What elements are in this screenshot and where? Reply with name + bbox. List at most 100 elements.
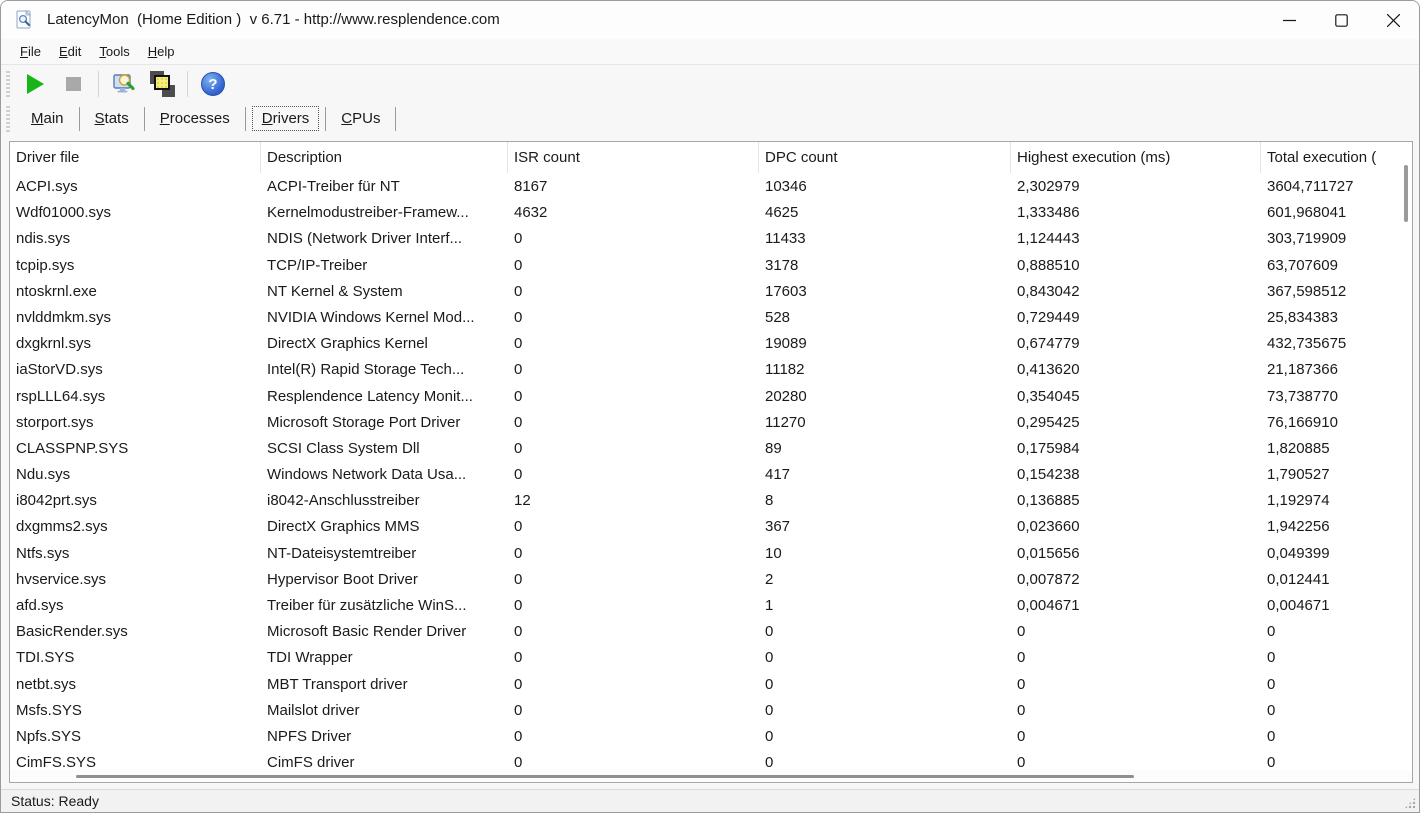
table-row[interactable]: ntoskrnl.exe NT Kernel & System 0 17603 0,84… — [10, 279, 1412, 305]
menu-help[interactable]: Help — [139, 41, 184, 62]
cell-highest_execution_ms[interactable]: 0 — [1011, 724, 1261, 750]
cell-highest_execution_ms[interactable]: 0,729449 — [1011, 305, 1261, 331]
cell-isr_count[interactable]: 0 — [508, 279, 759, 305]
cell-driver_file[interactable]: CimFS.SYS — [10, 750, 261, 770]
cell-total_execution_ms[interactable]: 1,790527 — [1261, 462, 1412, 488]
cell-highest_execution_ms[interactable]: 0,015656 — [1011, 541, 1261, 567]
cell-total_execution_ms[interactable]: 0 — [1261, 619, 1412, 645]
cell-isr_count[interactable]: 0 — [508, 724, 759, 750]
cell-highest_execution_ms[interactable]: 0 — [1011, 750, 1261, 770]
cell-dpc_count[interactable]: 20280 — [759, 384, 1011, 410]
table-row[interactable]: afd.sys Treiber für zusätzliche WinS... 0 1… — [10, 593, 1412, 619]
cell-dpc_count[interactable]: 11270 — [759, 410, 1011, 436]
cell-isr_count[interactable]: 0 — [508, 410, 759, 436]
cell-highest_execution_ms[interactable]: 0 — [1011, 698, 1261, 724]
cell-total_execution_ms[interactable]: 1,942256 — [1261, 514, 1412, 540]
column-header-dpc_count[interactable]: DPC count — [759, 142, 1011, 173]
table-row[interactable]: iaStorVD.sys Intel(R) Rapid Storage Tech.… — [10, 357, 1412, 383]
cell-description[interactable]: Mailslot driver — [261, 698, 508, 724]
cell-isr_count[interactable]: 0 — [508, 619, 759, 645]
tabbar-gripper[interactable] — [6, 105, 10, 132]
cell-isr_count[interactable]: 0 — [508, 462, 759, 488]
cell-isr_count[interactable]: 0 — [508, 514, 759, 540]
cell-description[interactable]: CimFS driver — [261, 750, 508, 770]
cell-dpc_count[interactable]: 0 — [759, 672, 1011, 698]
horizontal-scrollbar[interactable] — [10, 770, 1412, 782]
cell-dpc_count[interactable]: 528 — [759, 305, 1011, 331]
table-row[interactable]: Ndu.sys Windows Network Data Usa... 0 417 0,… — [10, 462, 1412, 488]
column-header-highest_execution_ms[interactable]: Highest execution (ms) — [1011, 142, 1261, 173]
cell-driver_file[interactable]: dxgkrnl.sys — [10, 331, 261, 357]
cell-driver_file[interactable]: ACPI.sys — [10, 174, 261, 200]
cell-driver_file[interactable]: Ndu.sys — [10, 462, 261, 488]
cell-dpc_count[interactable]: 19089 — [759, 331, 1011, 357]
cell-description[interactable]: Intel(R) Rapid Storage Tech... — [261, 357, 508, 383]
cell-highest_execution_ms[interactable]: 0,295425 — [1011, 410, 1261, 436]
cell-highest_execution_ms[interactable]: 0,136885 — [1011, 488, 1261, 514]
cell-description[interactable]: NT-Dateisystemtreiber — [261, 541, 508, 567]
table-row[interactable]: nvlddmkm.sys NVIDIA Windows Kernel Mod...… — [10, 305, 1412, 331]
cell-dpc_count[interactable]: 2 — [759, 567, 1011, 593]
cell-isr_count[interactable]: 0 — [508, 593, 759, 619]
cell-dpc_count[interactable]: 0 — [759, 724, 1011, 750]
cell-dpc_count[interactable]: 367 — [759, 514, 1011, 540]
maximize-button[interactable] — [1315, 1, 1367, 39]
cell-dpc_count[interactable]: 3178 — [759, 253, 1011, 279]
cell-highest_execution_ms[interactable]: 0,354045 — [1011, 384, 1261, 410]
cell-driver_file[interactable]: ndis.sys — [10, 226, 261, 252]
table-row[interactable]: tcpip.sys TCP/IP-Treiber 0 3178 0,888510 63,7… — [10, 253, 1412, 279]
cell-description[interactable]: DirectX Graphics MMS — [261, 514, 508, 540]
cell-description[interactable]: NPFS Driver — [261, 724, 508, 750]
table-row[interactable]: i8042prt.sys i8042-Anschlusstreiber 12 8 0,1… — [10, 488, 1412, 514]
cell-isr_count[interactable]: 0 — [508, 698, 759, 724]
cell-description[interactable]: ACPI-Treiber für NT — [261, 174, 508, 200]
cell-total_execution_ms[interactable]: 601,968041 — [1261, 200, 1412, 226]
cell-driver_file[interactable]: TDI.SYS — [10, 645, 261, 671]
cell-total_execution_ms[interactable]: 303,719909 — [1261, 226, 1412, 252]
cell-driver_file[interactable]: storport.sys — [10, 410, 261, 436]
cell-dpc_count[interactable]: 417 — [759, 462, 1011, 488]
cell-total_execution_ms[interactable]: 367,598512 — [1261, 279, 1412, 305]
analyze-button[interactable] — [108, 69, 140, 99]
cell-total_execution_ms[interactable]: 0 — [1261, 698, 1412, 724]
cell-description[interactable]: Windows Network Data Usa... — [261, 462, 508, 488]
cell-highest_execution_ms[interactable]: 2,302979 — [1011, 174, 1261, 200]
cell-isr_count[interactable]: 8167 — [508, 174, 759, 200]
cell-dpc_count[interactable]: 17603 — [759, 279, 1011, 305]
cell-isr_count[interactable]: 0 — [508, 750, 759, 770]
cell-driver_file[interactable]: netbt.sys — [10, 672, 261, 698]
stop-monitor-button[interactable] — [57, 69, 89, 99]
cell-isr_count[interactable]: 0 — [508, 305, 759, 331]
column-header-description[interactable]: Description — [261, 142, 508, 173]
cell-isr_count[interactable]: 0 — [508, 226, 759, 252]
close-button[interactable] — [1367, 1, 1419, 39]
cell-driver_file[interactable]: iaStorVD.sys — [10, 357, 261, 383]
cell-highest_execution_ms[interactable]: 0,023660 — [1011, 514, 1261, 540]
cell-isr_count[interactable]: 0 — [508, 331, 759, 357]
cell-dpc_count[interactable]: 1 — [759, 593, 1011, 619]
cell-description[interactable]: NVIDIA Windows Kernel Mod... — [261, 305, 508, 331]
table-row[interactable]: Ntfs.sys NT-Dateisystemtreiber 0 10 0,015656… — [10, 541, 1412, 567]
cell-dpc_count[interactable]: 0 — [759, 698, 1011, 724]
cell-total_execution_ms[interactable]: 0,049399 — [1261, 541, 1412, 567]
cell-description[interactable]: Resplendence Latency Monit... — [261, 384, 508, 410]
cell-dpc_count[interactable]: 89 — [759, 436, 1011, 462]
cell-dpc_count[interactable]: 0 — [759, 750, 1011, 770]
cell-highest_execution_ms[interactable]: 0,674779 — [1011, 331, 1261, 357]
cell-dpc_count[interactable]: 10346 — [759, 174, 1011, 200]
tab-drivers[interactable]: Drivers — [251, 106, 320, 131]
table-row[interactable]: netbt.sys MBT Transport driver 0 0 0 0 — [10, 672, 1412, 698]
cell-total_execution_ms[interactable]: 76,166910 — [1261, 410, 1412, 436]
cell-description[interactable]: DirectX Graphics Kernel — [261, 331, 508, 357]
cell-total_execution_ms[interactable]: 73,738770 — [1261, 384, 1412, 410]
table-row[interactable]: hvservice.sys Hypervisor Boot Driver 0 2 0,0… — [10, 567, 1412, 593]
column-header-isr_count[interactable]: ISR count — [508, 142, 759, 173]
cell-total_execution_ms[interactable]: 0 — [1261, 724, 1412, 750]
cell-total_execution_ms[interactable]: 0 — [1261, 750, 1412, 770]
cell-driver_file[interactable]: tcpip.sys — [10, 253, 261, 279]
cell-dpc_count[interactable]: 4625 — [759, 200, 1011, 226]
table-row[interactable]: dxgkrnl.sys DirectX Graphics Kernel 0 19089… — [10, 331, 1412, 357]
cell-description[interactable]: MBT Transport driver — [261, 672, 508, 698]
cell-isr_count[interactable]: 0 — [508, 672, 759, 698]
cell-highest_execution_ms[interactable]: 0,888510 — [1011, 253, 1261, 279]
